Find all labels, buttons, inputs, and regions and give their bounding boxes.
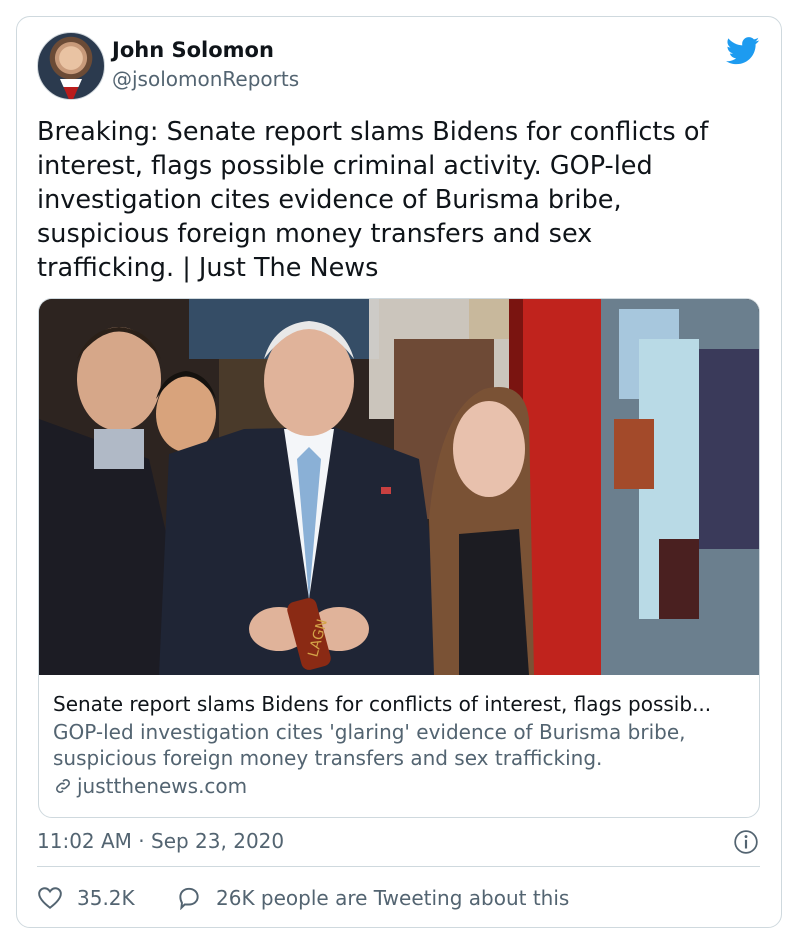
author-handle[interactable]: @jsolomonReports bbox=[112, 67, 299, 91]
link-domain[interactable]: justthenews.com bbox=[53, 773, 753, 799]
avatar[interactable] bbox=[37, 32, 105, 100]
link-info[interactable]: Senate report slams Bidens for conflicts… bbox=[53, 691, 753, 799]
photo-illustration: LAGN bbox=[39, 299, 759, 675]
link-preview-card[interactable]: LAGN Senate report slams Bidens for conf… bbox=[38, 298, 760, 818]
heart-icon bbox=[38, 887, 62, 909]
info-icon[interactable] bbox=[733, 829, 759, 855]
like-button[interactable]: 35.2K bbox=[37, 886, 135, 910]
author-display-name[interactable]: John Solomon bbox=[112, 38, 274, 62]
tweeting-about-text: 26K people are Tweeting about this bbox=[216, 886, 570, 910]
link-description: GOP-led investigation cites 'glaring' ev… bbox=[53, 720, 686, 770]
tweet-timestamp[interactable]: 11:02 AM · Sep 23, 2020 bbox=[37, 829, 284, 853]
link-title[interactable]: Senate report slams Bidens for conflicts… bbox=[53, 691, 743, 717]
article-photo[interactable]: LAGN bbox=[39, 299, 759, 675]
link-icon bbox=[56, 779, 70, 793]
tweet-text: Breaking: Senate report slams Bidens for… bbox=[37, 117, 709, 283]
reply-bubble-icon bbox=[179, 887, 199, 910]
tweeting-about-button[interactable]: 26K people are Tweeting about this bbox=[176, 886, 569, 910]
divider bbox=[37, 866, 760, 867]
twitter-bird-icon[interactable] bbox=[726, 37, 760, 65]
link-domain-text[interactable]: justthenews.com bbox=[77, 773, 247, 799]
like-count: 35.2K bbox=[77, 886, 135, 910]
